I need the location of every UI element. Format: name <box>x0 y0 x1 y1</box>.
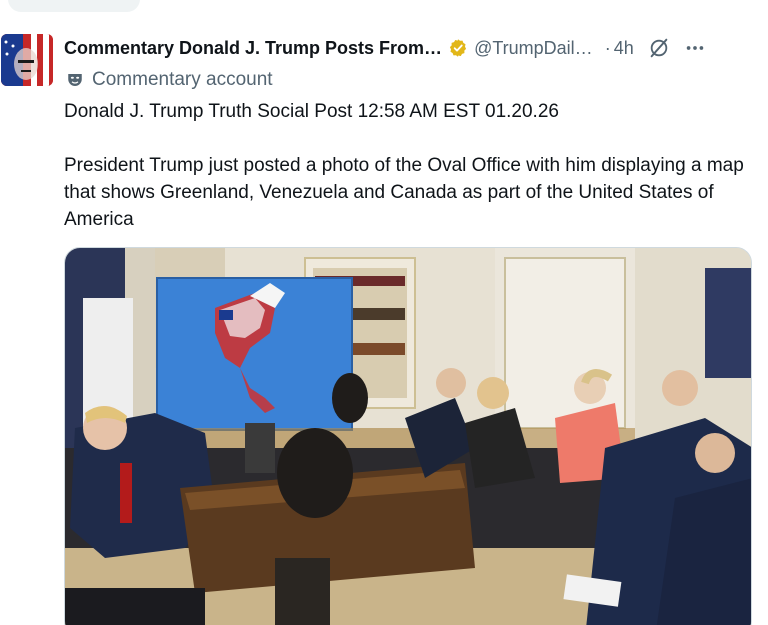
post-text-line1: Donald J. Trump Truth Social Post 12:58 … <box>64 101 559 122</box>
timestamp[interactable]: 4h <box>614 38 634 59</box>
oval-office-photo <box>65 248 751 625</box>
avatar[interactable] <box>1 34 53 86</box>
display-name[interactable]: Commentary Donald J. Trump Posts From… <box>64 38 442 59</box>
separator-dot: · <box>604 37 611 58</box>
post-text-body: President Trump just posted a photo of t… <box>64 155 744 230</box>
post-header: Commentary Donald J. Trump Posts From… @… <box>64 36 764 60</box>
verified-badge-icon <box>449 39 467 57</box>
account-type-text: Commentary account <box>92 69 273 90</box>
handle[interactable]: @TrumpDail… <box>474 38 593 59</box>
more-icon[interactable] <box>684 37 706 59</box>
account-type-label: Commentary account <box>66 68 273 92</box>
grok-icon[interactable] <box>648 37 670 59</box>
post-text: Donald J. Trump Truth Social Post 12:58 … <box>64 98 754 233</box>
previous-item-pill <box>8 0 140 12</box>
post-photo[interactable] <box>64 247 752 625</box>
mask-icon <box>68 74 82 86</box>
